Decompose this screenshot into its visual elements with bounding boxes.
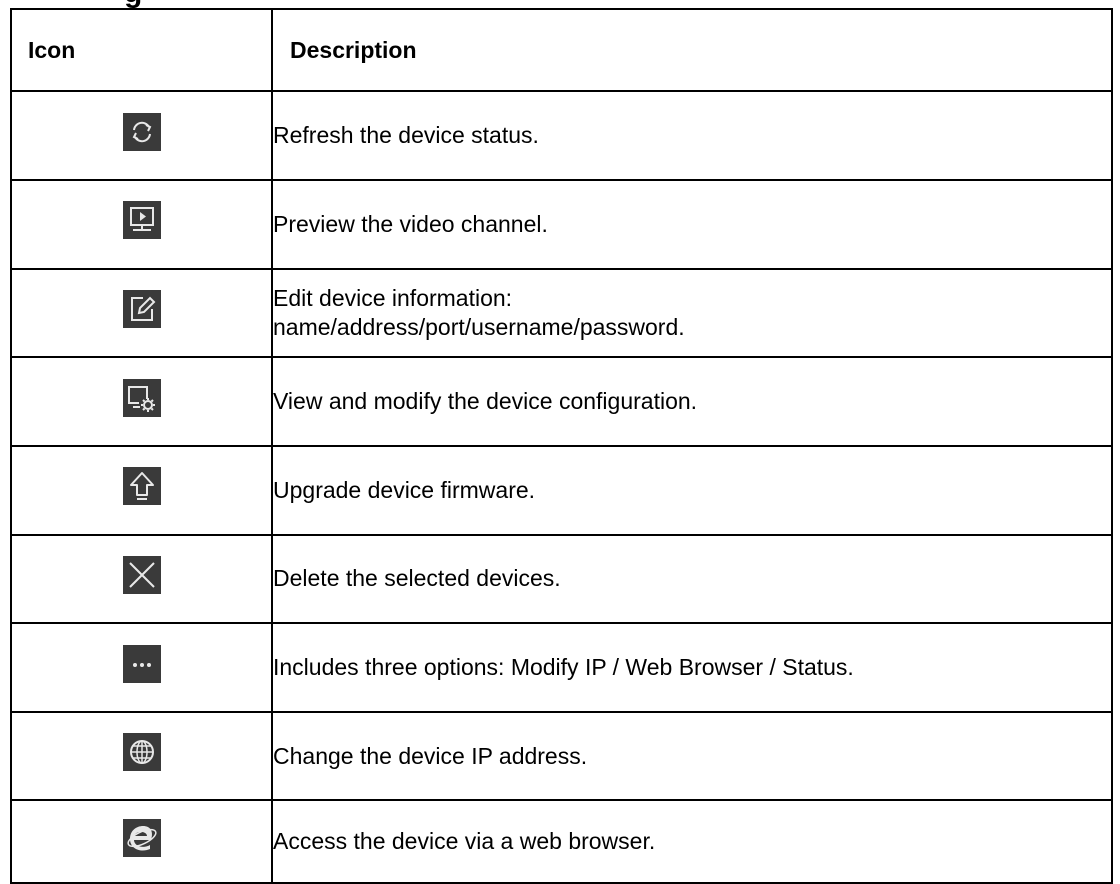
table-row: Includes three options: Modify IP / Web …	[10, 622, 1113, 713]
table-row: Access the device via a web browser.	[10, 799, 1113, 884]
device-config-icon	[122, 378, 161, 417]
row-description: Change the device IP address.	[273, 742, 588, 769]
section-heading-fragment: g	[124, 0, 142, 8]
table-row: Change the device IP address.	[10, 710, 1113, 802]
table-row: Delete the selected devices.	[10, 533, 1113, 625]
row-description: Access the device via a web browser.	[273, 828, 656, 855]
row-description: Includes three options: Modify IP / Web …	[273, 654, 854, 680]
table-row: Preview the video channel.	[10, 179, 1113, 270]
table-row: View and modify the device configuration…	[10, 356, 1113, 447]
header-description: Description	[271, 7, 1113, 93]
delete-icon	[122, 555, 161, 594]
header-icon: Icon	[10, 7, 273, 93]
upgrade-icon	[122, 467, 161, 506]
row-description: View and modify the device configuration…	[273, 388, 698, 415]
table-row: Upgrade device firmware.	[10, 444, 1113, 536]
edit-icon	[122, 290, 161, 328]
table-row: Edit device information: name/address/po…	[10, 267, 1113, 359]
preview-video-icon	[122, 201, 161, 240]
row-description: Refresh the device status.	[273, 122, 539, 149]
web-browser-icon	[122, 818, 161, 857]
row-description: Upgrade device firmware.	[273, 476, 536, 503]
more-options-icon	[122, 644, 161, 683]
refresh-icon	[122, 112, 161, 151]
table-header-row: Icon Description	[10, 7, 1113, 93]
icon-description-table: Icon Description Refresh the device stat…	[10, 7, 1113, 884]
globe-icon	[122, 733, 161, 772]
table-row: Refresh the device status.	[10, 90, 1113, 182]
row-description: Delete the selected devices.	[273, 565, 561, 592]
row-description: Edit device information: name/address/po…	[273, 285, 685, 340]
row-description: Preview the video channel.	[273, 210, 548, 237]
